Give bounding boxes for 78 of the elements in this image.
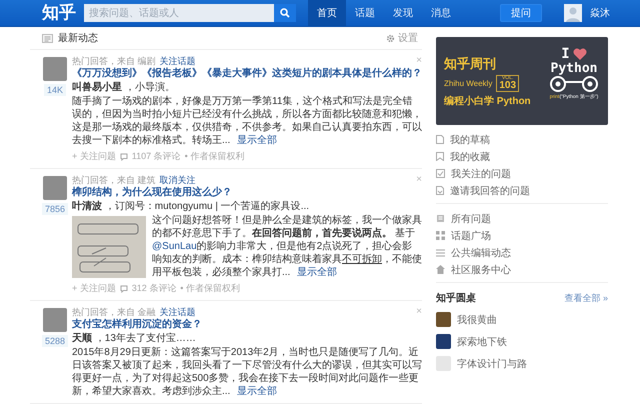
question-title[interactable]: 支付宝怎样利用沉淀的资金？ bbox=[72, 318, 422, 332]
mention-link[interactable]: @SunLau bbox=[152, 241, 197, 252]
answer-text: 这个问题好想答呀！但是肿么全是建筑的标签，我一个做家具的都不好意思下手了。在回答问题前，首先要说两点。 基于 @SunLau的影响力非常大，但是他有2点说死了，担心会影响知友的判断。成本：榫卯结构意味着家具不可拆卸，不能使用平板包装，必须整个家具打... 显示全部 bbox=[152, 214, 422, 279]
sidebar-link[interactable]: 我关注的问题 bbox=[436, 165, 608, 182]
roundtable-link[interactable]: 字体设计门与路 bbox=[436, 356, 608, 371]
glasses-drawing bbox=[548, 76, 600, 92]
list-icon bbox=[436, 248, 445, 256]
nav-tab[interactable]: 消息 bbox=[422, 0, 460, 26]
thumbnail-placeholder bbox=[436, 334, 451, 349]
topic-follow-link[interactable]: 关注话题 bbox=[160, 54, 196, 68]
section-title: 最新动态 bbox=[58, 32, 98, 45]
sidebar-link[interactable]: 公共编辑动态 bbox=[436, 244, 608, 261]
thumbnail-placeholder bbox=[436, 356, 451, 371]
nav-tab[interactable]: 首页 bbox=[308, 0, 346, 26]
avatar-placeholder[interactable] bbox=[43, 176, 67, 200]
banner-letter: I bbox=[561, 47, 570, 61]
sidebar-link[interactable]: 我的草稿 bbox=[436, 131, 608, 148]
rights-note: • 作者保留权利 bbox=[184, 150, 244, 163]
author-bio: ，小导演。 bbox=[124, 82, 175, 93]
item-source: 热门回答，来自 建筑 bbox=[72, 174, 156, 186]
sidebar-link[interactable]: 邀请我回答的问题 bbox=[436, 182, 608, 199]
vote-count[interactable]: 7856 bbox=[42, 203, 68, 215]
comment-icon bbox=[120, 152, 128, 160]
roundtable-link[interactable]: 探索地下铁 bbox=[436, 334, 608, 349]
see-all-link[interactable]: 查看全部 » bbox=[564, 292, 608, 304]
vote-count[interactable]: 5288 bbox=[42, 335, 68, 347]
avatar-icon[interactable] bbox=[564, 4, 582, 22]
answer-text: 2015年8月29日更新：这篇答案写于2013年2月，当时也只是随便写了几句。近日该答案又被顶了起来，我回头看了一下尽管没有什么大的谬误，但其实可以写得更好一点，为了对得起这500多赞，我会在接下去一段时间对此问题作一些更新，希望大家喜欢。考虑到涉众主... 显示全部 bbox=[72, 346, 422, 398]
nav-tab[interactable]: 话题 bbox=[346, 0, 384, 26]
settings-button[interactable]: 设置 bbox=[386, 31, 418, 45]
settings-icon bbox=[386, 34, 395, 42]
document-icon bbox=[436, 186, 444, 195]
banner-word: Python bbox=[550, 62, 598, 75]
vote-count[interactable]: 14K bbox=[44, 84, 66, 96]
sidebar-link[interactable]: 所有问题 bbox=[436, 210, 608, 227]
show-all-link[interactable]: 显示全部 bbox=[237, 135, 278, 146]
roundtable-link[interactable]: 我很黄曲 bbox=[436, 312, 608, 327]
stack-icon bbox=[436, 214, 445, 223]
document-icon bbox=[436, 135, 444, 144]
topic-follow-link[interactable]: 关注话题 bbox=[160, 306, 196, 318]
item-source: 热门回答，来自 金融 bbox=[72, 306, 156, 318]
logo[interactable]: 知乎 bbox=[42, 0, 76, 26]
author-bio: ，13年去了支付宝…… bbox=[94, 333, 196, 344]
banner-title: 知乎周刊 bbox=[444, 54, 497, 72]
house-icon bbox=[436, 265, 445, 274]
rights-note: • 作者保留权利 bbox=[180, 282, 240, 295]
author-name[interactable]: 叶清波 bbox=[72, 201, 102, 212]
author-name[interactable]: 叫兽易小星 bbox=[72, 82, 122, 93]
search-icon bbox=[280, 8, 290, 18]
search-button[interactable] bbox=[274, 4, 296, 22]
author-bio: ，订阅号：mutongyumu | 一个苦逼的家具设... bbox=[104, 201, 310, 212]
show-all-link[interactable]: 显示全部 bbox=[237, 386, 278, 397]
avatar-placeholder[interactable] bbox=[43, 308, 67, 332]
user-name[interactable]: 焱沐 bbox=[590, 6, 610, 20]
answer-text: 随手摘了一场戏的剧本，好像是万万第一季第11集，这个格式和写法是完全错误的，但因为当时拍小短片已经没有什么挑战，所以各方面都比较随意和犯懒，这是那一场戏的最终版本，仅供猎奇，不供参考。如果自己认真要拍东西，可以去搜一下剧本的标准格式。转场王... 显示全部 bbox=[72, 95, 422, 147]
question-title[interactable]: 《万万没想到》《报告老板》《暴走大事件》这类短片的剧本具体是什么样的？ bbox=[72, 67, 422, 81]
grid-icon bbox=[436, 231, 445, 240]
avatar-placeholder[interactable] bbox=[43, 57, 67, 81]
bookmark-icon bbox=[436, 152, 444, 161]
show-all-link[interactable]: 显示全部 bbox=[297, 267, 338, 278]
sidebar-link[interactable]: 我的收藏 bbox=[436, 148, 608, 165]
list-icon bbox=[42, 34, 53, 42]
comment-icon bbox=[120, 284, 128, 292]
banner-tagline: 编程小白学 Python bbox=[444, 94, 531, 108]
search-field[interactable]: 搜索问题、话题或人 bbox=[84, 4, 274, 22]
thumbnail-placeholder bbox=[436, 312, 451, 327]
section-title: 知乎圆桌 bbox=[436, 292, 476, 305]
banner-subtitle: Zhihu Weekly bbox=[444, 78, 492, 88]
author-name[interactable]: 天顺 bbox=[72, 333, 92, 344]
nav-tab[interactable]: 发现 bbox=[384, 0, 422, 26]
item-source: 热门回答，来自 编剧 bbox=[72, 54, 156, 68]
checkbox-icon bbox=[436, 169, 445, 178]
ask-button[interactable]: 提问 bbox=[500, 4, 542, 22]
sidebar-link[interactable]: 社区服务中心 bbox=[436, 261, 608, 278]
heart-icon bbox=[572, 48, 587, 60]
question-title[interactable]: 榫卯结构，为什么现在使用这么少？ bbox=[72, 186, 422, 200]
topic-follow-link[interactable]: 取消关注 bbox=[160, 174, 196, 186]
sidebar-link[interactable]: 话题广场 bbox=[436, 227, 608, 244]
